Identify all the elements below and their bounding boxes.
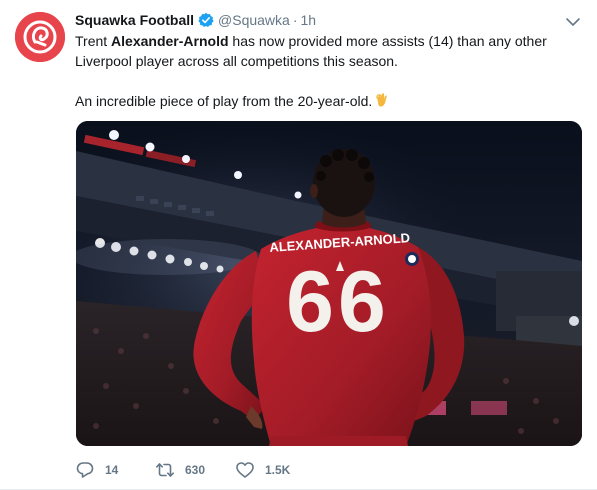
retweet-button[interactable]: 630 xyxy=(156,460,236,480)
verified-badge-icon xyxy=(198,12,214,28)
tweet[interactable]: Squawka Football @Squawka · 1h Trent Ale… xyxy=(0,0,597,490)
like-button[interactable]: 1.5K xyxy=(236,460,316,480)
tweet-paragraph-1: Trent Alexander-Arnold has now provided … xyxy=(75,31,575,71)
tweet-actions: 14 630 1.5K xyxy=(76,460,316,480)
reply-count: 14 xyxy=(105,463,119,477)
retweet-count: 630 xyxy=(185,463,206,477)
reply-icon xyxy=(76,462,94,478)
retweet-icon xyxy=(156,463,174,477)
tweet-photo[interactable]: ALEXANDER-ARNOLD 66 xyxy=(76,121,582,446)
timestamp[interactable]: 1h xyxy=(301,10,317,30)
display-name[interactable]: Squawka Football xyxy=(75,10,194,30)
text-segment: Trent xyxy=(75,33,112,49)
chevron-down-icon[interactable] xyxy=(563,14,583,30)
reply-button[interactable]: 14 xyxy=(76,460,156,480)
avatar[interactable] xyxy=(15,12,65,62)
player-name-bold: Alexander-Arnold xyxy=(111,33,229,49)
ok-hand-icon xyxy=(374,91,390,109)
tweet-header: Squawka Football @Squawka · 1h xyxy=(75,10,580,30)
header-separator: · xyxy=(292,12,298,28)
tweet-content: Squawka Football @Squawka · 1h Trent Ale… xyxy=(75,10,580,111)
text-segment: An incredible piece of play from the 20-… xyxy=(75,93,373,109)
heart-icon xyxy=(236,462,254,478)
squawka-logo-icon xyxy=(15,12,65,62)
user-handle[interactable]: @Squawka xyxy=(218,10,290,30)
like-count: 1.5K xyxy=(265,463,291,477)
tweet-text: Trent Alexander-Arnold has now provided … xyxy=(75,31,575,111)
tweet-paragraph-2: An incredible piece of play from the 20-… xyxy=(75,91,575,111)
